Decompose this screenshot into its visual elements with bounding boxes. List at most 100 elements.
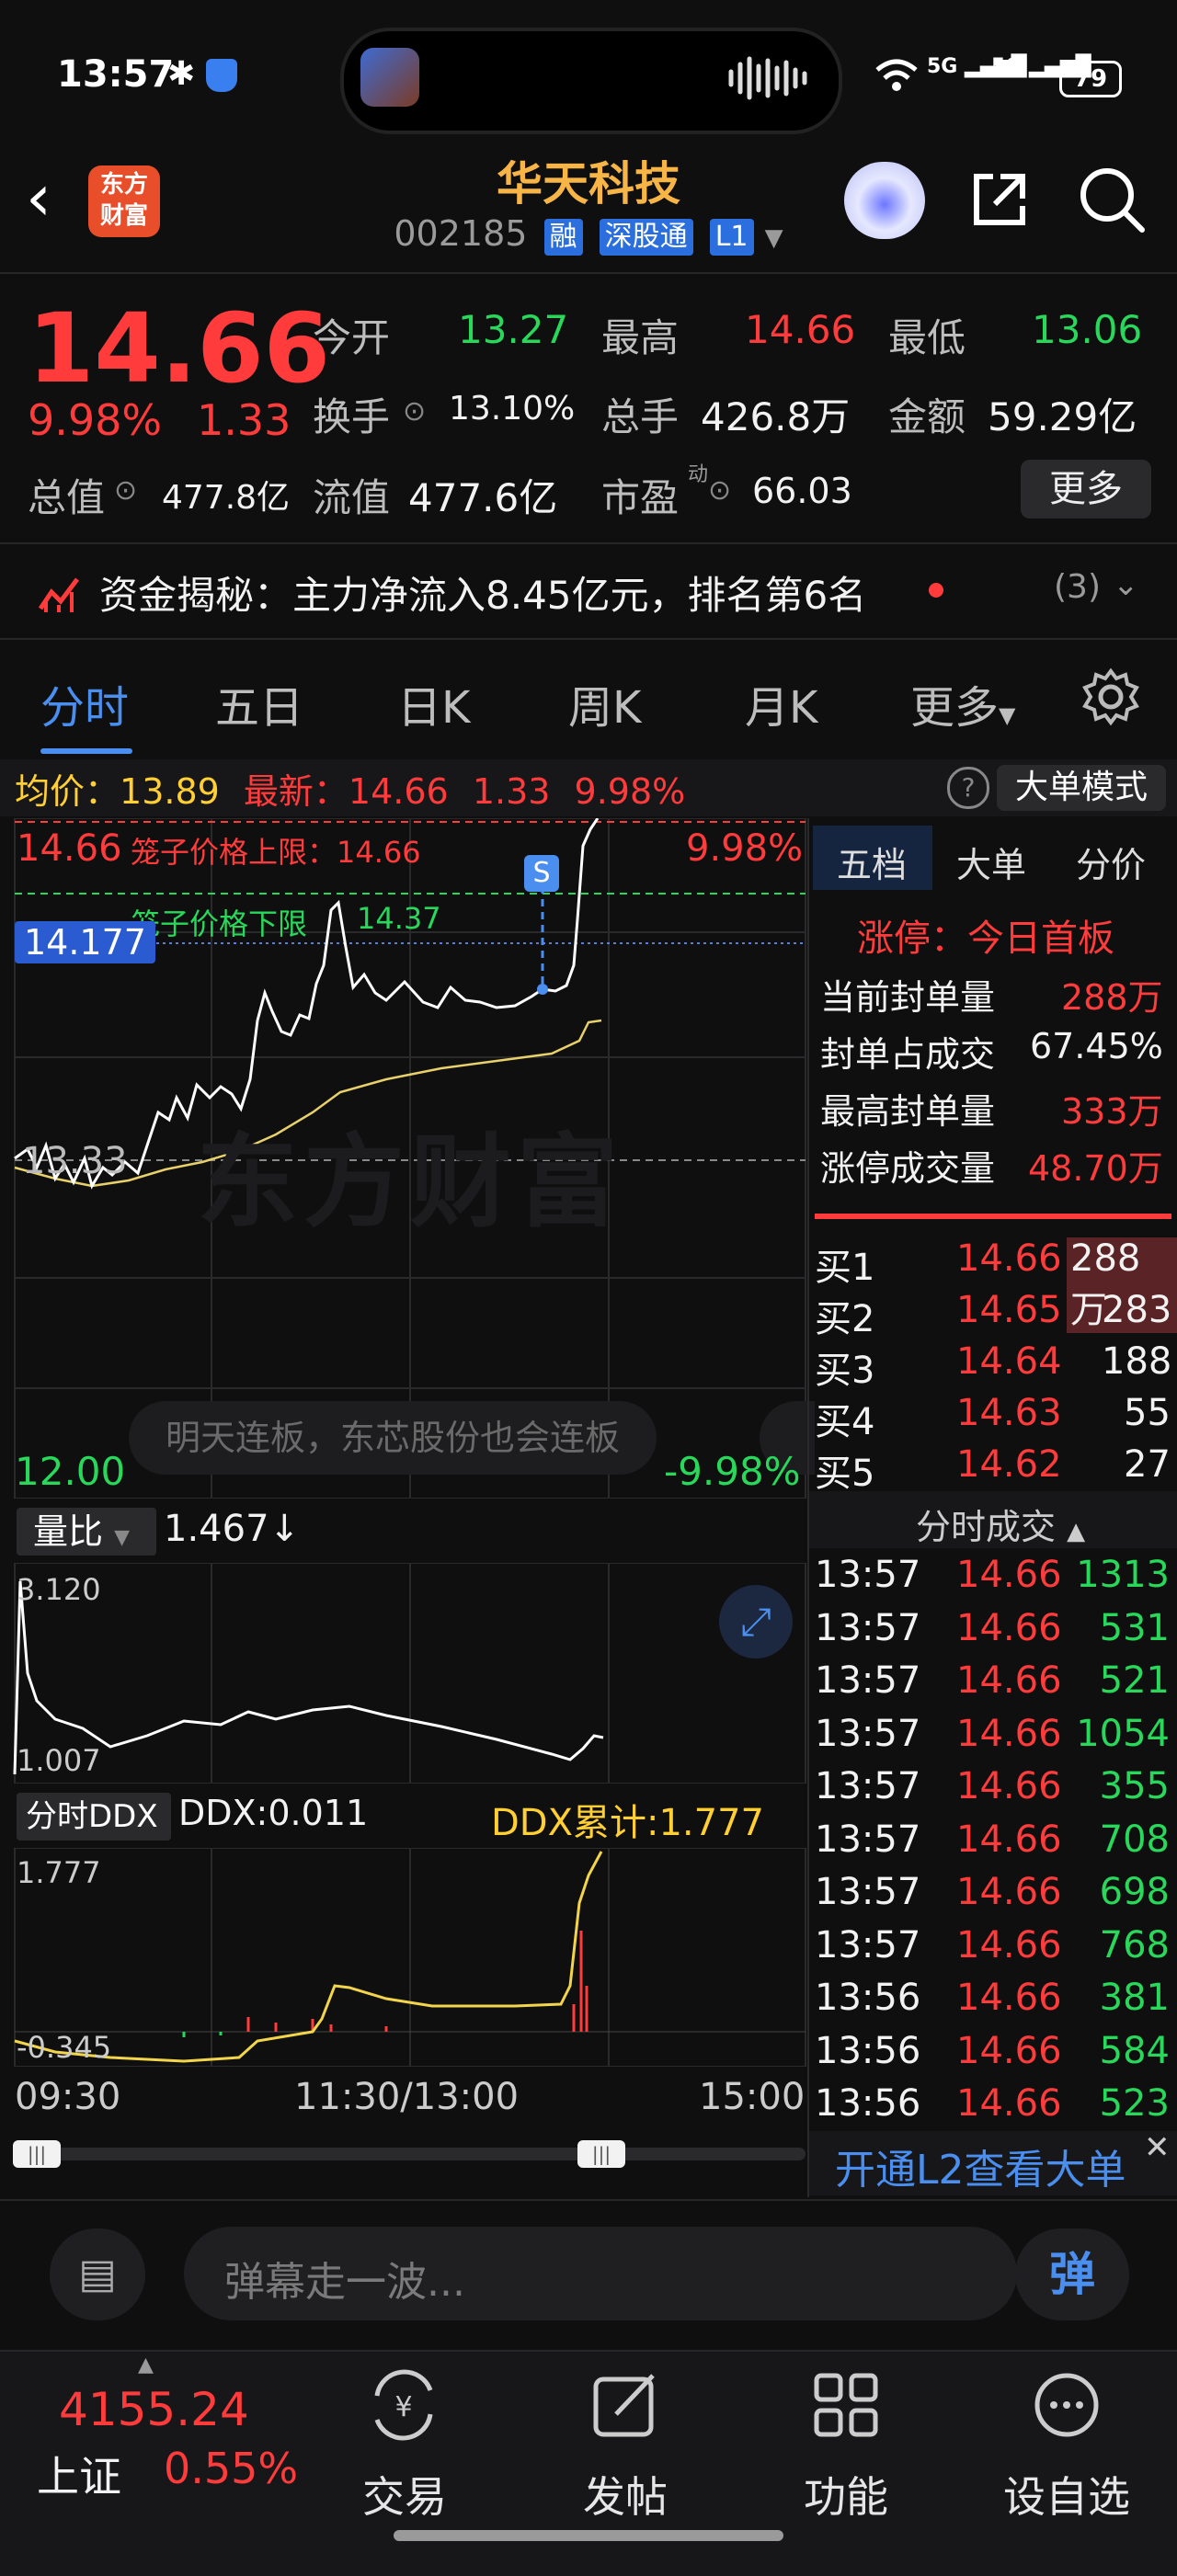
- avg-label: 均价：: [15, 771, 120, 812]
- book-level-label: 买1: [815, 1247, 875, 1289]
- tab-order-book[interactable]: 五档: [837, 837, 907, 887]
- tick-time: 13:57: [815, 1554, 921, 1596]
- y-axis-bottom-price: 12.00: [15, 1449, 126, 1494]
- book-level-price: 14.65: [956, 1289, 1062, 1331]
- network-type-2: 5G: [991, 55, 1023, 78]
- tick-price: 14.66: [956, 2082, 1062, 2125]
- volume-ratio-selector[interactable]: 量比 ▼: [17, 1508, 156, 1556]
- settings-gear-icon[interactable]: [1081, 667, 1140, 726]
- nav-functions[interactable]: 功能: [763, 2464, 929, 2525]
- danmu-settings-icon[interactable]: ▤: [50, 2228, 145, 2320]
- index-value[interactable]: 4155.24: [59, 2383, 249, 2436]
- tab-weekly-k[interactable]: 周K: [568, 671, 641, 735]
- tag-level: L1: [709, 219, 754, 256]
- search-icon[interactable]: [1076, 164, 1149, 237]
- book-level-price: 14.64: [956, 1340, 1062, 1383]
- info-icon[interactable]: ⊙: [403, 395, 426, 427]
- ticks-title[interactable]: 分时成交 ▲: [916, 1499, 1085, 1549]
- index-percent[interactable]: 0.55%: [164, 2444, 298, 2493]
- tick-time: 13:57: [815, 1765, 921, 1807]
- tick-time: 13:56: [815, 2082, 921, 2125]
- tick-time: 13:57: [815, 1712, 921, 1755]
- latest-change: 1.33: [472, 771, 551, 812]
- fund-flow-icon: [38, 577, 79, 612]
- bluetooth-icon: ✱: [167, 55, 196, 93]
- fund-flow-count[interactable]: (3): [1054, 568, 1101, 606]
- nav-trade[interactable]: 交易: [322, 2464, 487, 2525]
- tick-price: 14.66: [956, 2029, 1062, 2072]
- fund-flow-text[interactable]: 资金揭秘：主力净流入8.45亿元，排名第6名: [99, 564, 866, 621]
- tick-time: 13:57: [815, 1659, 921, 1702]
- crosshair-price-label: 14.177: [15, 921, 155, 963]
- dropdown-icon[interactable]: ▼: [765, 224, 783, 252]
- ticks-title-label: 分时成交: [916, 1507, 1057, 1547]
- trade-icon[interactable]: ¥: [364, 2368, 443, 2442]
- sell-marker[interactable]: S: [524, 855, 559, 892]
- book-level-volume: 188: [1102, 1340, 1172, 1383]
- ddx-selector[interactable]: 分时DDX ▼: [17, 1793, 171, 1885]
- tick-time: 13:57: [815, 1923, 921, 1966]
- book-level-price: 14.62: [956, 1443, 1062, 1486]
- shield-icon: [206, 59, 237, 92]
- danmu-placeholder[interactable]: 弹幕走一波...: [224, 2249, 465, 2308]
- volume-ratio-chart: [13, 1563, 806, 1784]
- range-slider-handle-left[interactable]: |||: [13, 2140, 61, 2168]
- big-order-mode-button[interactable]: 大单模式: [997, 765, 1166, 811]
- close-icon[interactable]: ✕: [1144, 2129, 1171, 2166]
- caret-down-icon: ▼: [114, 1526, 131, 1549]
- functions-icon[interactable]: [809, 2368, 883, 2442]
- info-icon[interactable]: ⊙: [708, 474, 731, 507]
- chevron-down-icon[interactable]: ⌄: [1113, 566, 1139, 603]
- danmu-send-button[interactable]: 弹: [1015, 2228, 1129, 2320]
- tick-price: 14.66: [956, 1554, 1062, 1596]
- header-divider: [0, 272, 1177, 274]
- nav-post[interactable]: 发帖: [543, 2464, 708, 2525]
- chart-info-row: 均价：13.89 最新：14.66 1.33 9.98%: [15, 763, 685, 814]
- tab-five-day[interactable]: 五日: [215, 671, 303, 735]
- tab-big-orders[interactable]: 大单: [956, 837, 1026, 887]
- tab-intraday[interactable]: 分时: [40, 671, 129, 735]
- tab-monthly-k[interactable]: 月K: [745, 671, 817, 735]
- current-price: 14.66: [28, 292, 330, 405]
- tab-daily-k[interactable]: 日K: [397, 671, 470, 735]
- tab-more[interactable]: 更多▼: [910, 671, 1015, 735]
- nav-add-watchlist[interactable]: 设自选: [984, 2464, 1149, 2525]
- help-icon[interactable]: ?: [947, 767, 989, 809]
- status-time: 13:57: [57, 53, 175, 96]
- info-icon[interactable]: ⊙: [114, 474, 137, 507]
- audio-wave-icon: [728, 56, 807, 100]
- volume-value: 426.8万: [701, 394, 851, 439]
- robot-assistant-icon[interactable]: [844, 162, 925, 239]
- tick-volume: 584: [1099, 2029, 1170, 2072]
- l2-upgrade-link[interactable]: 开通L2查看大单: [835, 2137, 1126, 2195]
- turnover-value: 13.10%: [449, 390, 576, 427]
- y-axis-top-percent: 9.98%: [686, 827, 804, 870]
- pe-label: 市盈: [601, 475, 680, 520]
- range-slider-handle-right[interactable]: |||: [577, 2140, 625, 2168]
- y-axis-top-price: 14.66: [17, 827, 122, 870]
- float-cap-value: 477.6亿: [408, 475, 558, 520]
- stat-label: 封单占成交: [820, 1034, 996, 1075]
- pe-value: 66.03: [752, 471, 852, 511]
- lower-limit-value: 14.37: [357, 901, 441, 936]
- expand-chart-icon[interactable]: ⤢: [719, 1585, 793, 1658]
- index-name[interactable]: 上证: [37, 2444, 121, 2504]
- latest-percent: 9.98%: [574, 771, 686, 812]
- danmu-bubble[interactable]: 明天连板，东芯股份也会连板: [129, 1401, 657, 1475]
- range-slider-track[interactable]: [15, 2148, 806, 2160]
- share-icon[interactable]: [966, 165, 1034, 234]
- more-button[interactable]: 更多: [1021, 460, 1151, 519]
- book-level-label: 买3: [815, 1350, 875, 1392]
- watchlist-icon[interactable]: [1030, 2368, 1103, 2442]
- stat-value: 67.45%: [1030, 1026, 1163, 1066]
- time-axis-mid: 11:30/13:00: [294, 2076, 520, 2118]
- tab-price-distribution[interactable]: 分价: [1076, 837, 1146, 887]
- ddx-chart: [14, 1848, 806, 2067]
- post-icon[interactable]: [588, 2368, 662, 2442]
- upper-limit-label: 笼子价格上限：14.66: [131, 835, 421, 870]
- time-axis-end: 15:00: [699, 2076, 806, 2118]
- quote-divider: [0, 542, 1177, 544]
- book-separator: [815, 1214, 1171, 1219]
- tab-more-label: 更多: [910, 682, 1000, 734]
- tick-price: 14.66: [956, 1765, 1062, 1807]
